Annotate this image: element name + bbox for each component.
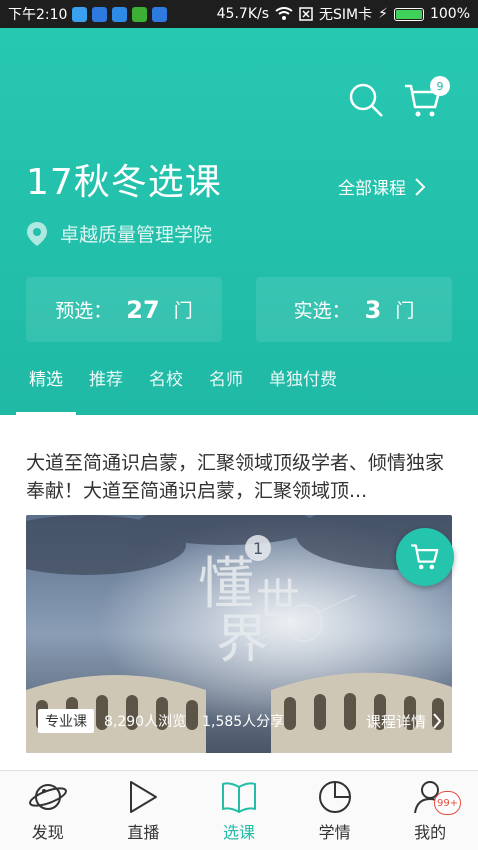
nav-profile[interactable]: 99+ 我的 <box>382 771 478 850</box>
category-tabs: 精选 推荐 名校 名师 单独付费 <box>0 365 478 415</box>
sim-status: 无SIM卡 <box>319 7 373 23</box>
course-banner[interactable]: 懂 世 界 1 专业课 8,290人浏览 1,585人分享 课程详情 <box>26 515 452 753</box>
actual-unit: 门 <box>395 300 415 322</box>
search-button[interactable] <box>348 82 384 122</box>
sim-icon <box>299 7 313 21</box>
course-card[interactable]: 大道至简通识启蒙，汇聚领域顶级学者、倾情独家奉献！大道至简通识启蒙，汇聚领域顶.… <box>0 415 478 770</box>
tab-paid-separately[interactable]: 单独付费 <box>256 365 350 415</box>
nav-discover[interactable]: 发现 <box>0 771 96 850</box>
play-icon <box>130 781 158 813</box>
app-notification-icon <box>112 6 128 22</box>
book-icon <box>221 782 256 813</box>
course-detail-label: 课程详情 <box>365 712 426 731</box>
course-type-tag: 专业课 <box>38 709 94 733</box>
tab-recommended[interactable]: 推荐 <box>76 365 136 415</box>
course-detail-link[interactable]: 课程详情 <box>366 711 442 732</box>
tab-featured[interactable]: 精选 <box>16 365 76 415</box>
location-row: 卓越质量管理学院 <box>26 220 212 247</box>
nav-live[interactable]: 直播 <box>96 771 192 850</box>
cart-button[interactable]: 9 <box>404 76 450 122</box>
nav-course-selection[interactable]: 选课 <box>191 771 287 850</box>
status-time: 下午2:10 <box>8 7 68 23</box>
course-description: 大道至简通识启蒙，汇聚领域顶级学者、倾情独家奉献！大道至简通识启蒙，汇聚领域顶.… <box>26 452 445 502</box>
battery-percent: 100% <box>429 6 470 22</box>
notification-badge: 99+ <box>433 791 462 815</box>
search-icon <box>349 83 383 117</box>
tab-famous-teachers[interactable]: 名师 <box>196 365 256 415</box>
actual-value: 3 <box>364 295 382 324</box>
preselect-unit: 门 <box>173 300 193 322</box>
charging-icon: ⚡ <box>378 6 388 22</box>
nav-course-selection-label: 选课 <box>222 823 255 842</box>
nav-profile-label: 我的 <box>414 823 447 842</box>
preselect-label: 预选： <box>55 300 113 322</box>
bottom-nav: 发现 直播 选课 学情 99+ 我的 <box>0 770 478 850</box>
cart-icon <box>411 544 439 570</box>
all-courses-label: 全部课程 <box>338 179 406 199</box>
page-title: 17秋冬选课 <box>26 162 222 203</box>
pie-chart-icon <box>318 781 351 813</box>
school-name: 卓越质量管理学院 <box>60 224 213 246</box>
banner-art-title-3: 界 <box>216 610 268 670</box>
preselect-value: 27 <box>126 295 160 324</box>
banner-art-number: 1 <box>253 539 263 558</box>
wechat-icon <box>132 6 148 22</box>
tab-famous-schools[interactable]: 名校 <box>136 365 196 415</box>
actual-label: 实选： <box>293 300 351 322</box>
all-courses-link[interactable]: 全部课程 <box>338 174 426 199</box>
nav-live-label: 直播 <box>127 823 160 842</box>
nav-learning-status-label: 学情 <box>318 823 351 842</box>
status-bar: 下午2:10 45.7K/s 无SIM卡 ⚡ 100% <box>0 0 478 28</box>
cloud-icon <box>152 6 168 22</box>
banner-art-title-1: 懂 <box>198 552 254 617</box>
location-pin-icon <box>27 221 47 246</box>
wifi-icon <box>275 7 293 20</box>
banner-info-row: 专业课 8,290人浏览 1,585人分享 课程详情 <box>38 709 442 733</box>
planet-icon <box>28 784 67 810</box>
chevron-right-icon <box>415 177 426 196</box>
nav-learning-status[interactable]: 学情 <box>287 771 383 850</box>
share-count: 1,585人分享 <box>202 714 285 730</box>
chevron-right-icon <box>433 713 442 729</box>
preselect-count[interactable]: 预选： 27 门 <box>26 277 222 342</box>
app-notification-icon <box>92 6 108 22</box>
add-to-cart-button[interactable] <box>396 528 454 586</box>
cart-count-badge: 9 <box>430 76 450 96</box>
battery-icon <box>393 7 424 21</box>
actual-select-count[interactable]: 实选： 3 门 <box>256 277 452 342</box>
view-count: 8,290人浏览 <box>104 714 187 730</box>
nav-discover-label: 发现 <box>31 823 64 842</box>
network-speed: 45.7K/s <box>216 6 270 22</box>
app-notification-icon <box>72 6 88 22</box>
course-header: 9 17秋冬选课 全部课程 卓越质量管理学院 预选： 27 门 实选： 3 门 … <box>0 28 478 415</box>
